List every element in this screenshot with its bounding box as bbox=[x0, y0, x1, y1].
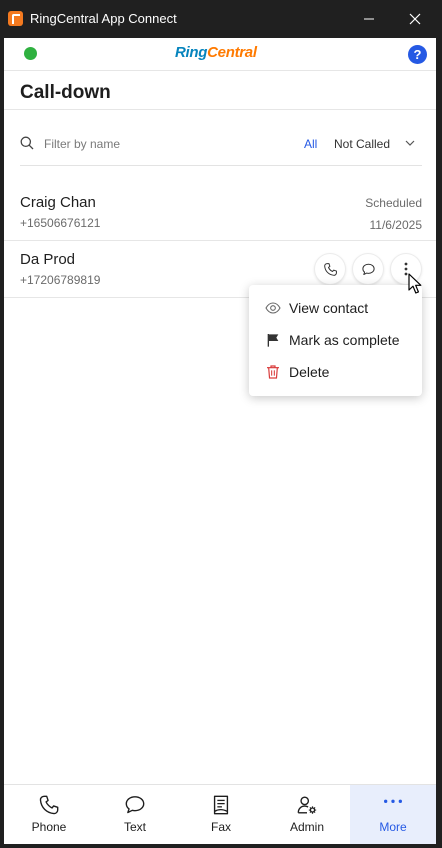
menu-label: View contact bbox=[289, 300, 369, 316]
fax-document-icon bbox=[213, 795, 229, 815]
message-button[interactable] bbox=[353, 254, 383, 284]
contact-phone: +16506676121 bbox=[20, 216, 101, 230]
app-header: RingCentral ? bbox=[4, 38, 436, 71]
maximize-button[interactable] bbox=[346, 0, 392, 38]
close-icon bbox=[409, 13, 421, 25]
nav-item-phone[interactable]: Phone bbox=[6, 785, 92, 844]
mouse-cursor-icon bbox=[408, 273, 422, 294]
nav-item-text[interactable]: Text bbox=[92, 785, 178, 844]
bottom-navigation: Phone Text Fax Admin More bbox=[4, 784, 436, 844]
search-icon bbox=[20, 136, 34, 150]
nav-label: Phone bbox=[31, 820, 67, 834]
filter-all-link[interactable]: All bbox=[304, 137, 317, 151]
close-button[interactable] bbox=[392, 0, 438, 38]
phone-icon bbox=[39, 795, 59, 815]
nav-label: Text bbox=[123, 820, 146, 834]
contact-phone: +17206789819 bbox=[20, 273, 101, 287]
contact-name: Craig Chan bbox=[20, 194, 96, 211]
window-title: RingCentral App Connect bbox=[30, 11, 177, 26]
menu-label: Delete bbox=[289, 364, 330, 380]
nav-item-more[interactable]: More bbox=[350, 785, 436, 844]
ringcentral-logo: RingCentral bbox=[175, 44, 257, 62]
filter-bar: All Not Called bbox=[20, 126, 422, 166]
call-status-select[interactable]: Not Called bbox=[334, 137, 390, 151]
menu-label: Mark as complete bbox=[289, 332, 400, 348]
chat-bubble-icon bbox=[125, 796, 145, 814]
help-button[interactable]: ? bbox=[408, 45, 427, 64]
contact-context-menu: View contact Mark as complete Delete bbox=[249, 285, 422, 396]
menu-item-view-contact[interactable]: View contact bbox=[249, 292, 422, 324]
chat-bubble-icon bbox=[361, 263, 375, 275]
filter-by-name-input[interactable] bbox=[44, 135, 264, 153]
logo-ring-text: Ring bbox=[175, 44, 208, 61]
contact-name: Da Prod bbox=[20, 251, 76, 268]
menu-item-delete[interactable]: Delete bbox=[249, 356, 422, 388]
phone-icon bbox=[323, 262, 337, 276]
ringcentral-app-icon bbox=[8, 11, 23, 26]
nav-item-admin[interactable]: Admin bbox=[264, 785, 350, 844]
contact-row[interactable]: Craig Chan +16506676121 Scheduled 11/6/2… bbox=[4, 184, 436, 241]
eye-icon bbox=[265, 302, 281, 314]
contact-status: Scheduled bbox=[365, 196, 422, 210]
logo-central-text: Central bbox=[207, 44, 257, 61]
trash-icon bbox=[267, 365, 279, 379]
nav-label: More bbox=[379, 820, 407, 834]
chevron-down-icon[interactable] bbox=[405, 140, 415, 146]
more-dots-icon bbox=[384, 799, 402, 803]
menu-item-mark-complete[interactable]: Mark as complete bbox=[249, 324, 422, 356]
page-title: Call-down bbox=[20, 82, 111, 103]
flag-icon bbox=[267, 334, 279, 347]
call-button[interactable] bbox=[315, 254, 345, 284]
nav-item-fax[interactable]: Fax bbox=[178, 785, 264, 844]
contact-scheduled-date: 11/6/2025 bbox=[369, 218, 423, 232]
title-divider bbox=[4, 109, 436, 110]
connection-status-dot bbox=[24, 47, 37, 60]
nav-label: Admin bbox=[289, 820, 324, 834]
admin-user-gear-icon bbox=[297, 796, 317, 814]
nav-label: Fax bbox=[210, 820, 231, 834]
app-content: RingCentral ? Call-down All Not Called C… bbox=[4, 38, 436, 844]
